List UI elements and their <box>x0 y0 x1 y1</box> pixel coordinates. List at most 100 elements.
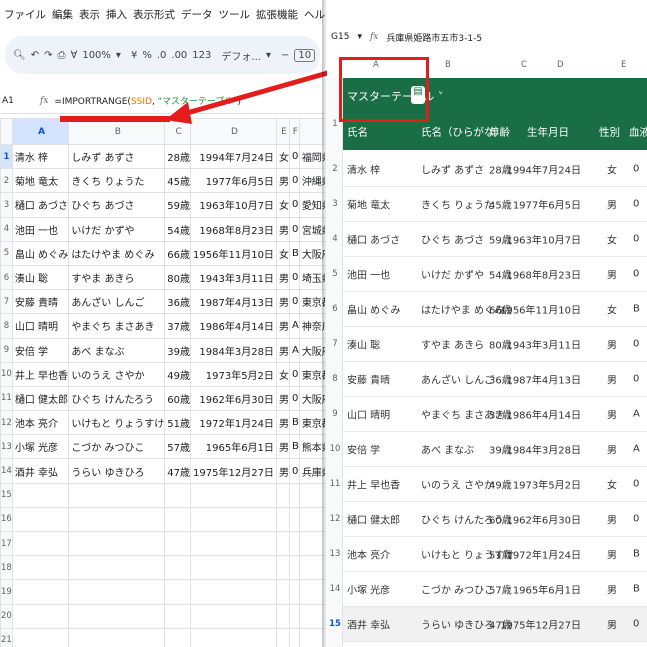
cell[interactable]: いけだ かずや <box>421 267 484 282</box>
cell[interactable]: 池本 亮介 <box>11 410 70 436</box>
cell[interactable]: 1986年4月14日 <box>506 407 581 422</box>
cell[interactable]: 男 <box>607 197 617 212</box>
cell-reference[interactable]: A1 <box>0 96 26 106</box>
cell[interactable]: 0 <box>633 234 639 245</box>
cell[interactable]: 女 <box>275 143 290 170</box>
cell[interactable]: あべ まなぶ <box>68 337 166 363</box>
cell[interactable] <box>275 603 290 629</box>
cell[interactable]: 1943年3月11日 <box>506 337 581 352</box>
cell[interactable]: 1956年11月10日 <box>190 240 277 266</box>
cell[interactable]: 59歳 <box>164 192 192 218</box>
cell[interactable] <box>275 555 290 581</box>
cell[interactable]: 1975年12月27日 <box>500 617 581 632</box>
cell[interactable]: ひぐち あづさ <box>421 232 484 247</box>
cell[interactable]: 男 <box>275 410 290 436</box>
search-menus-icon[interactable]: 🔍︎ <box>13 50 26 61</box>
paint-format-icon[interactable]: ∀ <box>70 50 77 61</box>
cell[interactable]: ひぐち あづさ <box>68 192 166 218</box>
cell[interactable] <box>190 506 277 533</box>
cell[interactable]: 酒井 幸弘 <box>11 458 70 484</box>
cell[interactable]: 男 <box>607 337 617 352</box>
cell[interactable] <box>275 530 290 557</box>
cell[interactable]: あべ まなぶ <box>421 442 474 457</box>
cell[interactable]: 1962年6月30日 <box>506 512 581 527</box>
cell[interactable]: 男 <box>275 385 290 412</box>
cell[interactable]: 男 <box>607 442 617 457</box>
column-header[interactable]: B <box>68 118 166 145</box>
cell[interactable]: 51歳 <box>164 410 192 436</box>
cell[interactable]: 湊山 聡 <box>11 264 70 291</box>
row-header[interactable]: 6 <box>327 304 343 314</box>
cell[interactable]: 1977年6月5日 <box>190 168 277 194</box>
menu-item[interactable]: 挿入 <box>106 7 127 22</box>
redo-icon[interactable]: ↷ <box>44 50 52 61</box>
cell[interactable] <box>288 579 300 605</box>
cell[interactable]: 女 <box>607 477 617 492</box>
cell[interactable]: B <box>288 240 300 266</box>
cell[interactable]: 1984年3月28日 <box>190 337 277 363</box>
cell[interactable] <box>164 603 192 629</box>
cell[interactable]: B <box>288 434 300 460</box>
cell[interactable]: 畠山 めぐみ <box>11 240 70 266</box>
chevron-down-icon[interactable]: ▾ <box>116 50 121 61</box>
cell[interactable]: こづか みつひこ <box>68 434 166 460</box>
cell[interactable]: 1963年10月7日 <box>190 192 277 218</box>
cell[interactable]: 1977年6月5日 <box>513 197 581 212</box>
decrease-decimal-button[interactable]: .0 <box>157 50 167 61</box>
cell[interactable]: 井上 早也香 <box>11 361 70 387</box>
table-column-header[interactable]: 年齢 <box>489 125 510 140</box>
cell[interactable]: 女 <box>275 240 290 266</box>
cell[interactable]: 清水 梓 <box>11 143 70 170</box>
cell[interactable] <box>68 530 166 557</box>
cell[interactable] <box>275 579 290 605</box>
row-header[interactable]: 5 <box>0 240 13 266</box>
cell[interactable]: 1994年7月24日 <box>190 143 277 170</box>
cell[interactable] <box>164 530 192 557</box>
cell[interactable]: いのうえ さやか <box>421 477 494 492</box>
cell[interactable]: はたけやま めぐみ <box>68 240 166 266</box>
cell[interactable]: 酒井 幸弘 <box>347 617 390 632</box>
column-header[interactable]: B <box>445 60 451 70</box>
cell[interactable]: 0 <box>288 385 300 412</box>
cell[interactable]: いのうえ さやか <box>68 361 166 387</box>
cell[interactable]: 1973年5月2日 <box>513 477 581 492</box>
row-header[interactable]: 13 <box>327 549 343 559</box>
cell[interactable] <box>275 482 290 508</box>
cell[interactable] <box>288 482 300 508</box>
cell[interactable] <box>190 579 277 605</box>
sheet-grid[interactable]: ABCDEFG1清水 梓しみず あずさ28歳1994年7月24日女0福岡県福岡市… <box>0 118 325 647</box>
cell[interactable]: 男 <box>275 313 290 339</box>
row-header[interactable]: 7 <box>0 289 13 315</box>
row-header[interactable]: 15 <box>327 619 343 629</box>
cell[interactable]: 1943年3月11日 <box>190 264 277 291</box>
cell[interactable]: 樋口 あづさ <box>347 232 400 247</box>
column-header[interactable]: D <box>557 60 564 70</box>
chevron-down-icon[interactable]: ▾ <box>266 50 271 61</box>
cell[interactable]: 60歳 <box>164 385 192 412</box>
cell[interactable] <box>288 555 300 581</box>
row-header[interactable]: 4 <box>327 234 343 244</box>
cell[interactable]: 畠山 めぐみ <box>347 302 400 317</box>
cell[interactable]: 49歳 <box>164 361 192 387</box>
cell[interactable]: 36歳 <box>164 289 192 315</box>
table-column-header[interactable]: 性別 <box>599 125 620 140</box>
row-header[interactable]: 16 <box>0 506 13 533</box>
cell[interactable] <box>68 603 166 629</box>
cell[interactable] <box>68 506 166 533</box>
cell[interactable]: 女 <box>607 162 617 177</box>
percent-button[interactable]: % <box>142 50 152 61</box>
row-header[interactable]: 4 <box>0 216 13 242</box>
cell[interactable]: 男 <box>607 512 617 527</box>
cell[interactable]: 男 <box>275 168 290 194</box>
cell[interactable]: 39歳 <box>164 337 192 363</box>
cell[interactable]: 1965年6月1日 <box>190 434 277 460</box>
cell[interactable]: 男 <box>607 547 617 562</box>
cell[interactable] <box>68 555 166 581</box>
cell[interactable]: 安藤 貴晴 <box>11 289 70 315</box>
row-header[interactable]: 9 <box>327 409 343 419</box>
cell[interactable]: 66歳 <box>164 240 192 266</box>
cell[interactable] <box>11 603 70 629</box>
cell[interactable] <box>190 603 277 629</box>
cell[interactable] <box>164 482 192 508</box>
select-all-corner[interactable] <box>0 118 13 145</box>
